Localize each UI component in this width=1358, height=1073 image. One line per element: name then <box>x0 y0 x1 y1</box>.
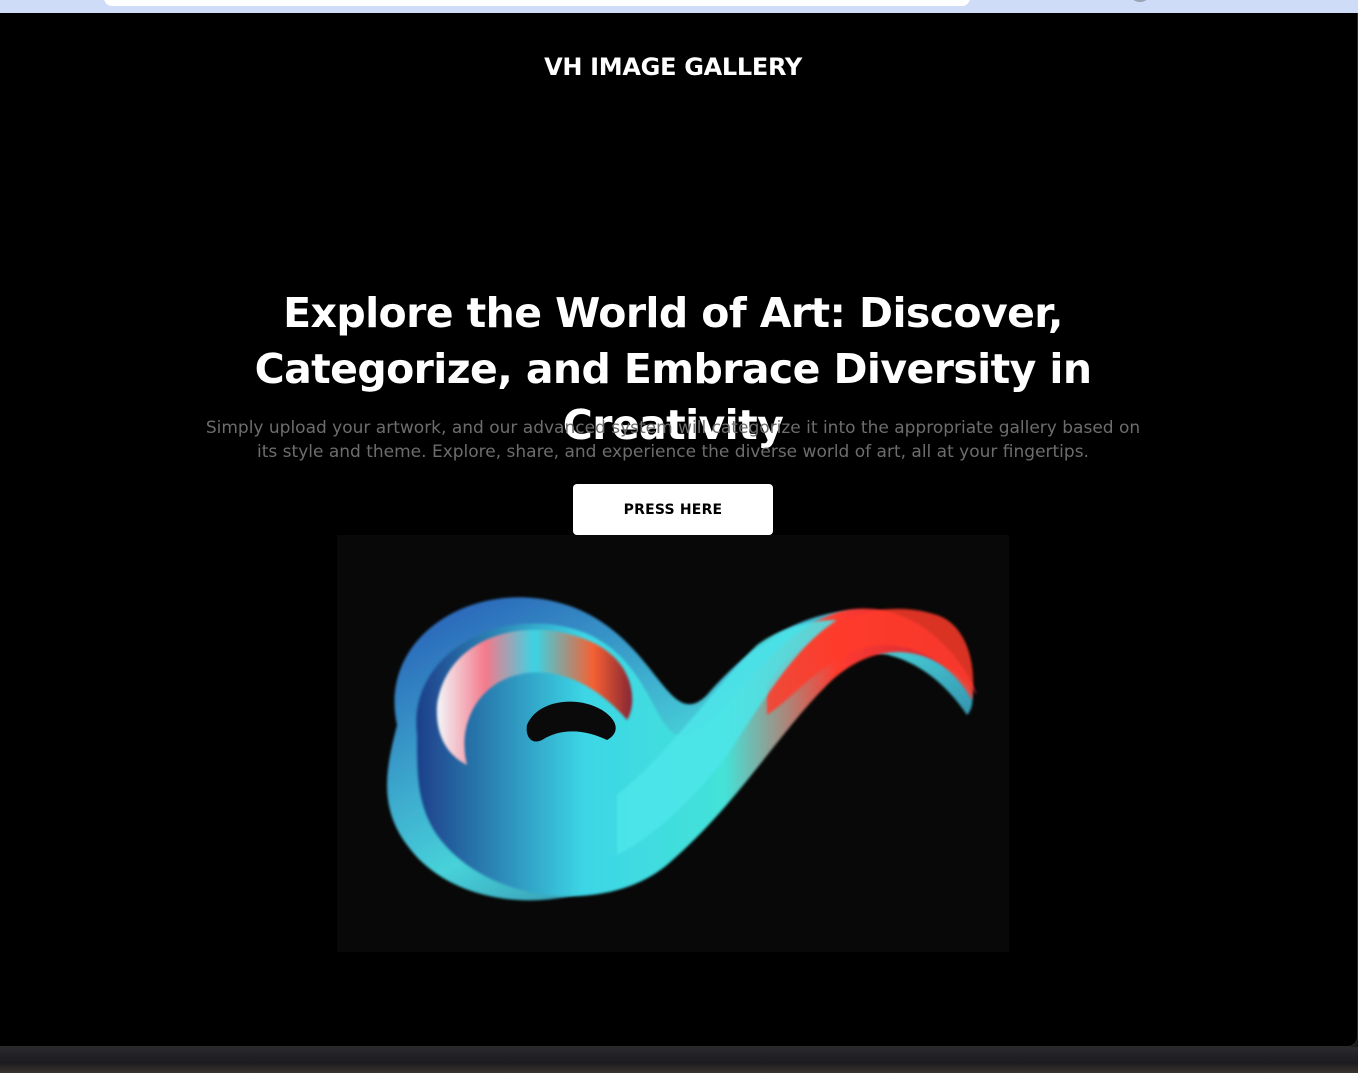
desktop-wallpaper-strip <box>0 1047 1358 1073</box>
press-here-button[interactable]: PRESS HERE <box>573 484 773 535</box>
hero-subtitle: Simply upload your artwork, and our adva… <box>205 418 1141 462</box>
address-bar[interactable] <box>104 0 970 6</box>
page-container: VH IMAGE GALLERY Explore the World of Ar… <box>0 13 1358 1047</box>
profile-icon[interactable] <box>1132 0 1148 2</box>
hero-artwork-image <box>337 535 1009 952</box>
site-brand[interactable]: VH IMAGE GALLERY <box>0 53 1346 81</box>
browser-top-strip <box>0 0 1358 13</box>
abstract-swirl-image <box>387 597 977 901</box>
